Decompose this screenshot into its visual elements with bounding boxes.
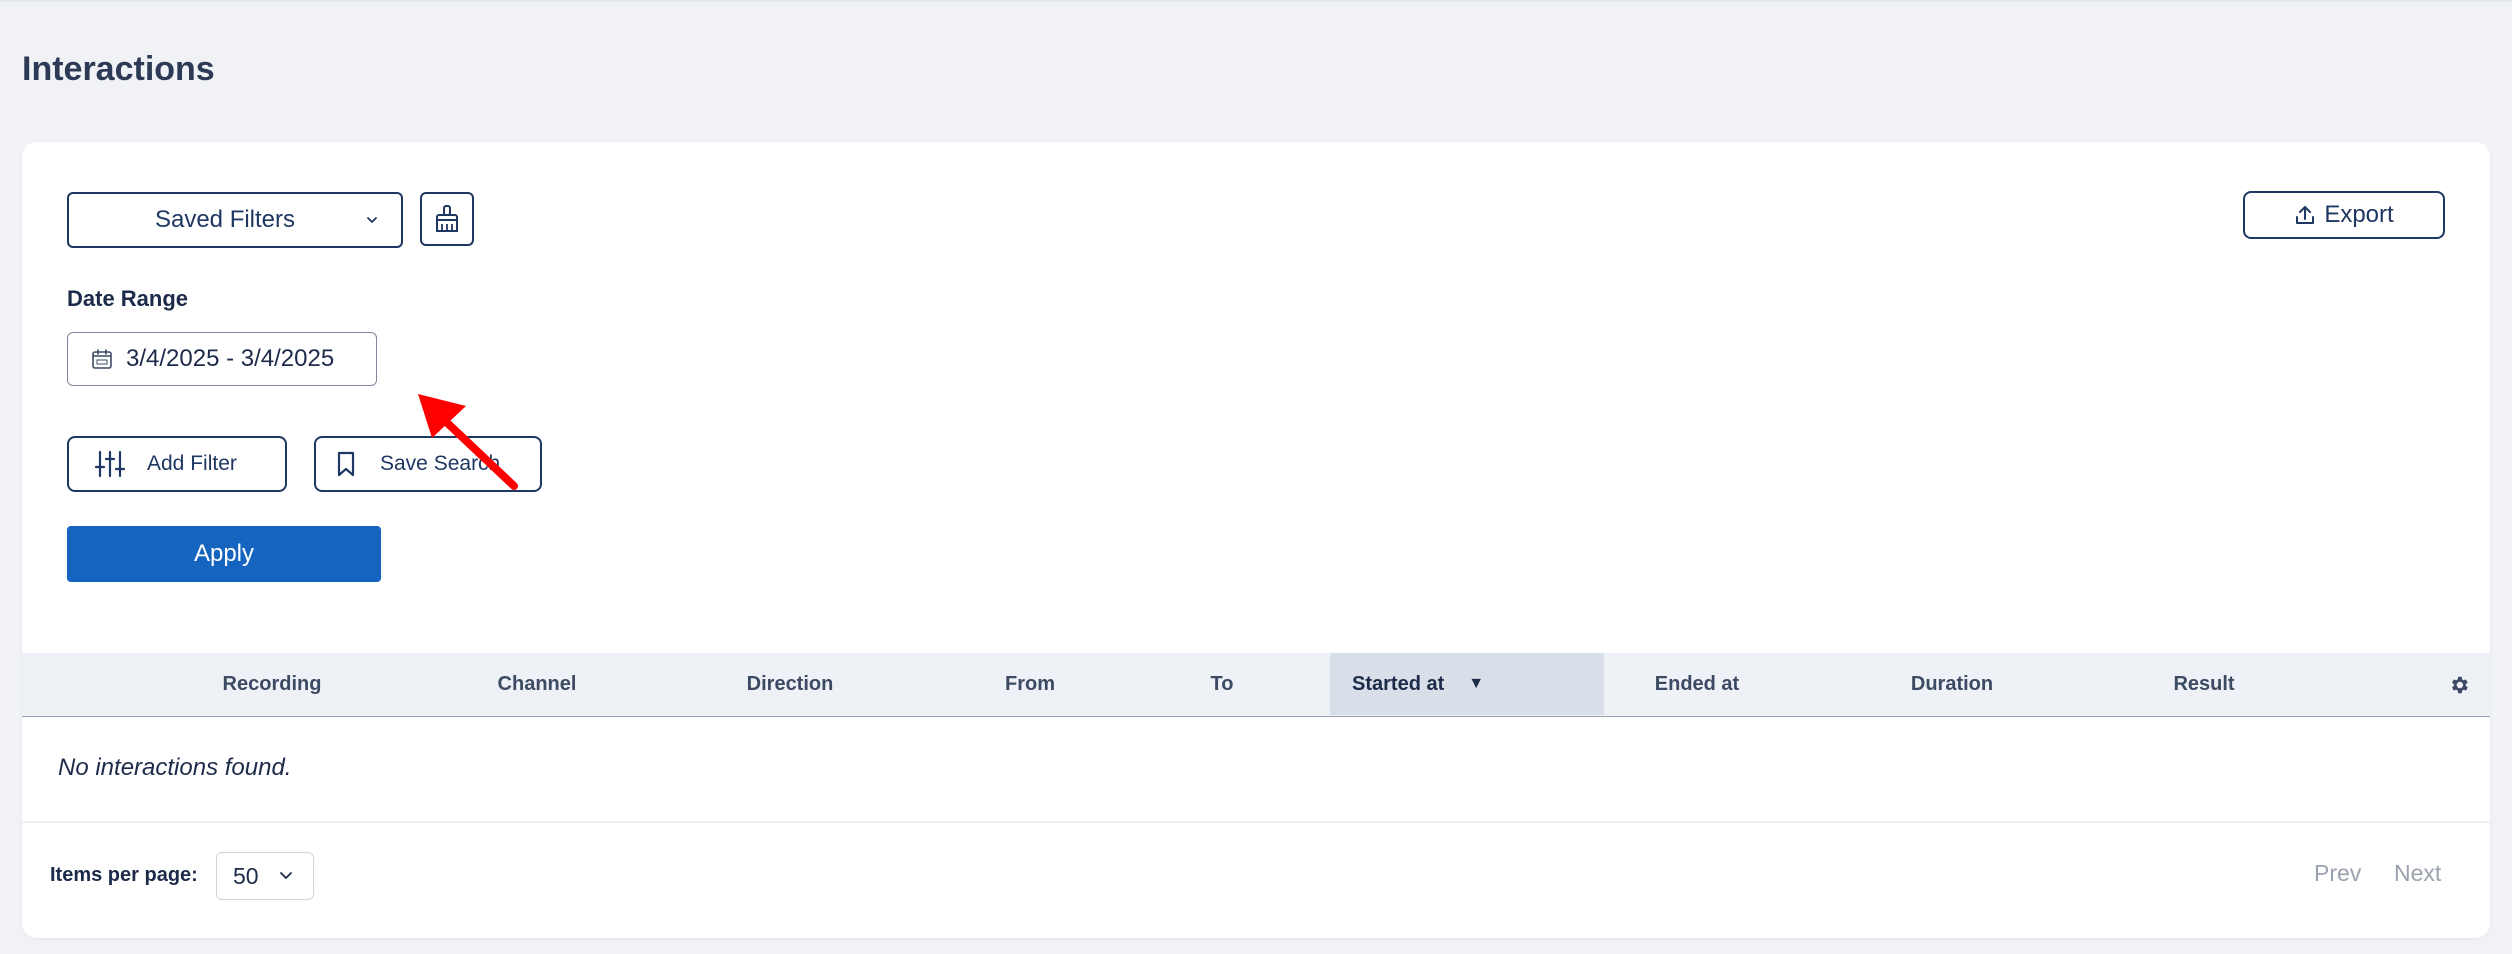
items-per-page-value: 50 xyxy=(233,862,259,889)
items-per-page-select[interactable]: 50 xyxy=(216,852,314,900)
broom-icon xyxy=(436,205,458,232)
bookmark-icon xyxy=(337,451,355,477)
apply-button[interactable]: Apply xyxy=(67,526,381,582)
column-header-recording[interactable]: Recording xyxy=(172,653,372,715)
chevron-down-icon xyxy=(367,217,377,223)
export-label: Export xyxy=(2324,201,2394,228)
column-header-to[interactable]: To xyxy=(1142,653,1302,715)
sliders-icon xyxy=(95,450,125,478)
clear-filters-button[interactable] xyxy=(420,192,474,246)
saved-filters-dropdown[interactable]: Saved Filters xyxy=(67,192,403,248)
saved-filters-label: Saved Filters xyxy=(154,206,296,233)
annotation-arrow-icon xyxy=(418,394,518,490)
prev-page-button[interactable]: Prev xyxy=(2314,860,2361,887)
items-per-page-label: Items per page: xyxy=(50,864,198,886)
column-header-result[interactable]: Result xyxy=(2104,653,2304,715)
column-header-ended-at[interactable]: Ended at xyxy=(1597,653,1797,715)
column-header-direction[interactable]: Direction xyxy=(690,653,890,715)
column-header-from[interactable]: From xyxy=(930,653,1130,715)
sort-descending-icon: ▼ xyxy=(1468,675,1485,692)
empty-state-message: No interactions found. xyxy=(58,754,292,781)
chevron-down-icon xyxy=(279,872,292,879)
top-border xyxy=(0,0,2512,2)
column-header-started-at[interactable]: Started at ▼ xyxy=(1330,653,1604,715)
next-page-button[interactable]: Next xyxy=(2394,860,2441,887)
calendar-icon xyxy=(92,349,112,369)
upload-icon xyxy=(2296,206,2315,224)
column-header-started-at-label: Started at xyxy=(1352,672,1445,695)
table-header: Recording Channel Direction From To Star… xyxy=(22,653,2490,717)
page-title: Interactions xyxy=(22,50,215,88)
column-header-duration[interactable]: Duration xyxy=(1852,653,2052,715)
add-filter-button[interactable]: Add Filter xyxy=(67,436,287,492)
column-header-channel[interactable]: Channel xyxy=(437,653,637,715)
table-footer-divider xyxy=(22,821,2490,823)
interactions-card: Saved Filters Export Date Range 3/4/2025… xyxy=(22,142,2490,938)
export-button[interactable]: Export xyxy=(2243,191,2445,239)
date-range-picker[interactable]: 3/4/2025 - 3/4/2025 xyxy=(67,332,377,386)
gear-icon[interactable] xyxy=(2448,674,2470,696)
add-filter-label: Add Filter xyxy=(147,452,237,475)
date-range-label: Date Range xyxy=(67,286,189,311)
date-range-value: 3/4/2025 - 3/4/2025 xyxy=(126,345,335,372)
